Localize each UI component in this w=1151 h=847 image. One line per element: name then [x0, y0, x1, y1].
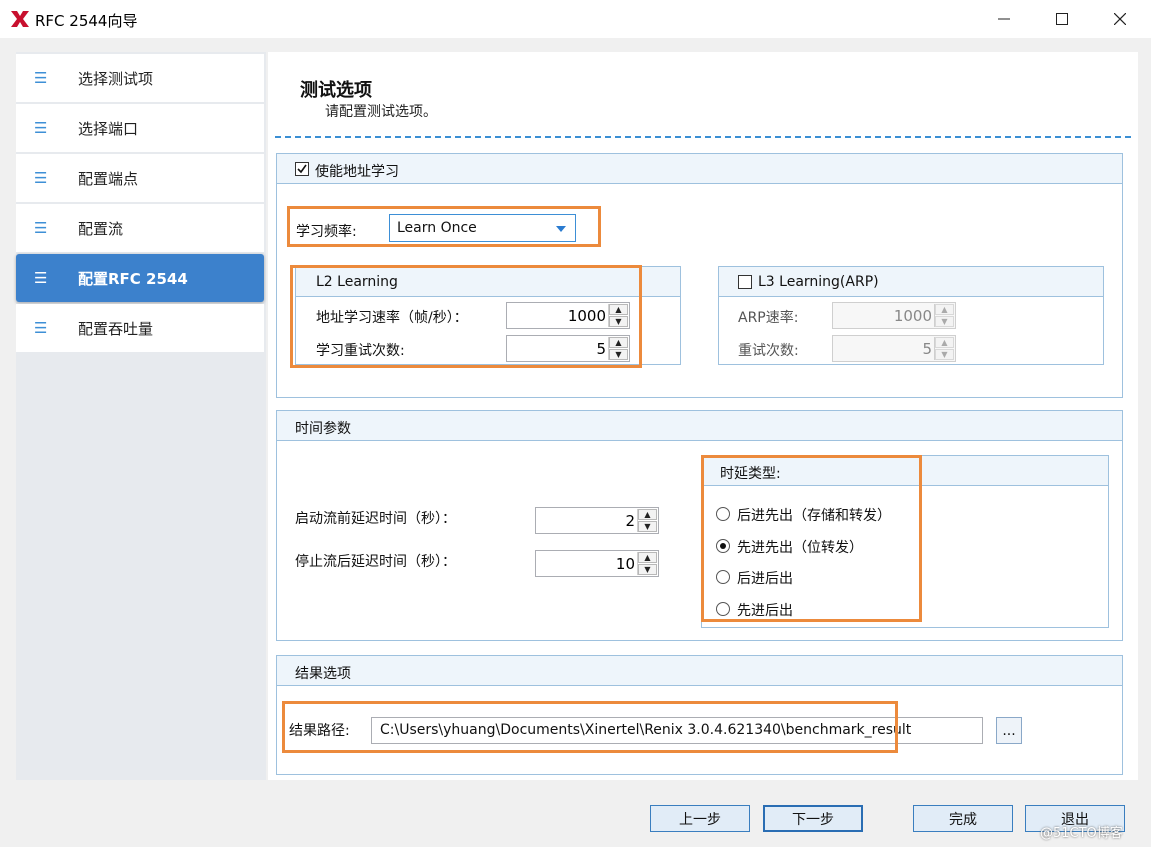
- results-title: 结果选项: [295, 666, 351, 682]
- window-title: RFC 2544向导: [35, 12, 138, 30]
- l3-learning-title: L3 Learning(ARP): [758, 274, 879, 290]
- sidebar-item-config-rfc2544[interactable]: ☰ 配置RFC 2544: [16, 254, 264, 302]
- sidebar-item-label: 配置吞吐量: [78, 320, 154, 338]
- enable-learning-label: 使能地址学习: [315, 164, 399, 180]
- group-header: 时间参数: [277, 411, 1122, 441]
- spin-up-icon[interactable]: ▲: [638, 509, 657, 520]
- minimize-button[interactable]: [975, 0, 1033, 38]
- page-title: 测试选项: [300, 80, 372, 101]
- prev-label: 上一步: [679, 811, 721, 828]
- minimize-icon: [998, 18, 1010, 20]
- stop-delay-stepper[interactable]: 10 ▲ ▼: [535, 550, 659, 577]
- maximize-button[interactable]: [1033, 0, 1091, 38]
- sidebar-item-label: 选择端口: [78, 120, 139, 138]
- arp-retry-value: 5: [922, 340, 932, 358]
- sidebar-item-config-endpoints[interactable]: ☰ 配置端点: [16, 154, 264, 202]
- sidebar-item-config-throughput[interactable]: ☰ 配置吞吐量: [16, 304, 264, 352]
- arp-rate-label: ARP速率:: [738, 310, 799, 326]
- maximize-icon: [1056, 13, 1068, 25]
- spin-down-icon[interactable]: ▼: [638, 564, 657, 575]
- stop-delay-label: 停止流后延迟时间（秒）：: [295, 554, 456, 570]
- spin-down-icon[interactable]: ▼: [935, 316, 954, 327]
- highlight-box: [282, 701, 898, 753]
- highlight-box: [287, 206, 601, 247]
- spin-up-icon[interactable]: ▲: [935, 337, 954, 348]
- l3-learning-checkbox[interactable]: [738, 275, 752, 289]
- sidebar-item-label: 配置流: [78, 220, 124, 238]
- arp-rate-value: 1000: [893, 307, 932, 325]
- close-icon: [1114, 13, 1126, 25]
- time-params-title: 时间参数: [295, 421, 351, 437]
- list-icon: ☰: [34, 69, 48, 87]
- address-learning-group: 使能地址学习 学习频率: Learn Once L2 Learning 地址学习…: [276, 153, 1123, 398]
- sidebar-item-label: 配置RFC 2544: [78, 270, 188, 288]
- start-delay-label: 启动流前延迟时间（秒）：: [295, 511, 456, 527]
- start-delay-stepper[interactable]: 2 ▲ ▼: [535, 507, 659, 534]
- next-label: 下一步: [792, 811, 834, 828]
- list-icon: ☰: [34, 219, 48, 237]
- sidebar-item-config-stream[interactable]: ☰ 配置流: [16, 204, 264, 252]
- spin-down-icon[interactable]: ▼: [935, 349, 954, 360]
- browse-button[interactable]: ...: [996, 717, 1022, 744]
- title-bar: RFC 2544向导: [0, 0, 1151, 38]
- browse-label: ...: [1002, 722, 1016, 739]
- group-header: 结果选项: [277, 656, 1122, 686]
- checkmark-icon: [297, 164, 307, 174]
- enable-learning-checkbox[interactable]: [295, 162, 309, 176]
- arp-retry-label: 重试次数:: [738, 343, 799, 359]
- divider: [275, 136, 1131, 138]
- start-delay-value: 2: [625, 512, 635, 530]
- list-icon: ☰: [34, 169, 48, 187]
- spin-up-icon[interactable]: ▲: [638, 552, 657, 563]
- results-group: 结果选项 结果路径: C:\Users\yhuang\Documents\Xin…: [276, 655, 1123, 775]
- stop-delay-value: 10: [615, 555, 635, 573]
- spin-up-icon[interactable]: ▲: [935, 304, 954, 315]
- list-icon: ☰: [34, 119, 48, 137]
- highlight-box: [701, 455, 922, 622]
- app-logo-icon: [11, 11, 29, 27]
- l3-learning-group: L3 Learning(ARP) ARP速率: 1000 ▲ ▼ 重试次数: 5 …: [718, 266, 1104, 365]
- prev-button[interactable]: 上一步: [650, 805, 750, 832]
- sidebar-item-select-ports[interactable]: ☰ 选择端口: [16, 104, 264, 152]
- group-header: L3 Learning(ARP): [719, 267, 1103, 297]
- highlight-box: [290, 265, 642, 368]
- arp-retry-stepper[interactable]: 5 ▲ ▼: [832, 335, 956, 362]
- finish-button[interactable]: 完成: [913, 805, 1013, 832]
- next-button[interactable]: 下一步: [763, 805, 863, 832]
- close-button[interactable]: [1091, 0, 1149, 38]
- finish-label: 完成: [949, 811, 977, 828]
- group-header: 使能地址学习: [277, 154, 1122, 184]
- spin-down-icon[interactable]: ▼: [638, 521, 657, 532]
- arp-rate-stepper[interactable]: 1000 ▲ ▼: [832, 302, 956, 329]
- wizard-sidebar: ☰ 选择测试项 ☰ 选择端口 ☰ 配置端点 ☰ 配置流 ☰ 配置RFC 2544…: [16, 52, 266, 780]
- sidebar-item-select-tests[interactable]: ☰ 选择测试项: [16, 54, 264, 102]
- page-subtitle: 请配置测试选项。: [325, 104, 437, 120]
- list-icon: ☰: [34, 269, 48, 287]
- sidebar-item-label: 选择测试项: [78, 70, 154, 88]
- time-params-group: 时间参数 启动流前延迟时间（秒）： 2 ▲ ▼ 停止流后延迟时间（秒）： 10 ▲…: [276, 410, 1123, 641]
- list-icon: ☰: [34, 319, 48, 337]
- watermark: @51CTO博客: [1040, 826, 1123, 841]
- sidebar-item-label: 配置端点: [78, 170, 139, 188]
